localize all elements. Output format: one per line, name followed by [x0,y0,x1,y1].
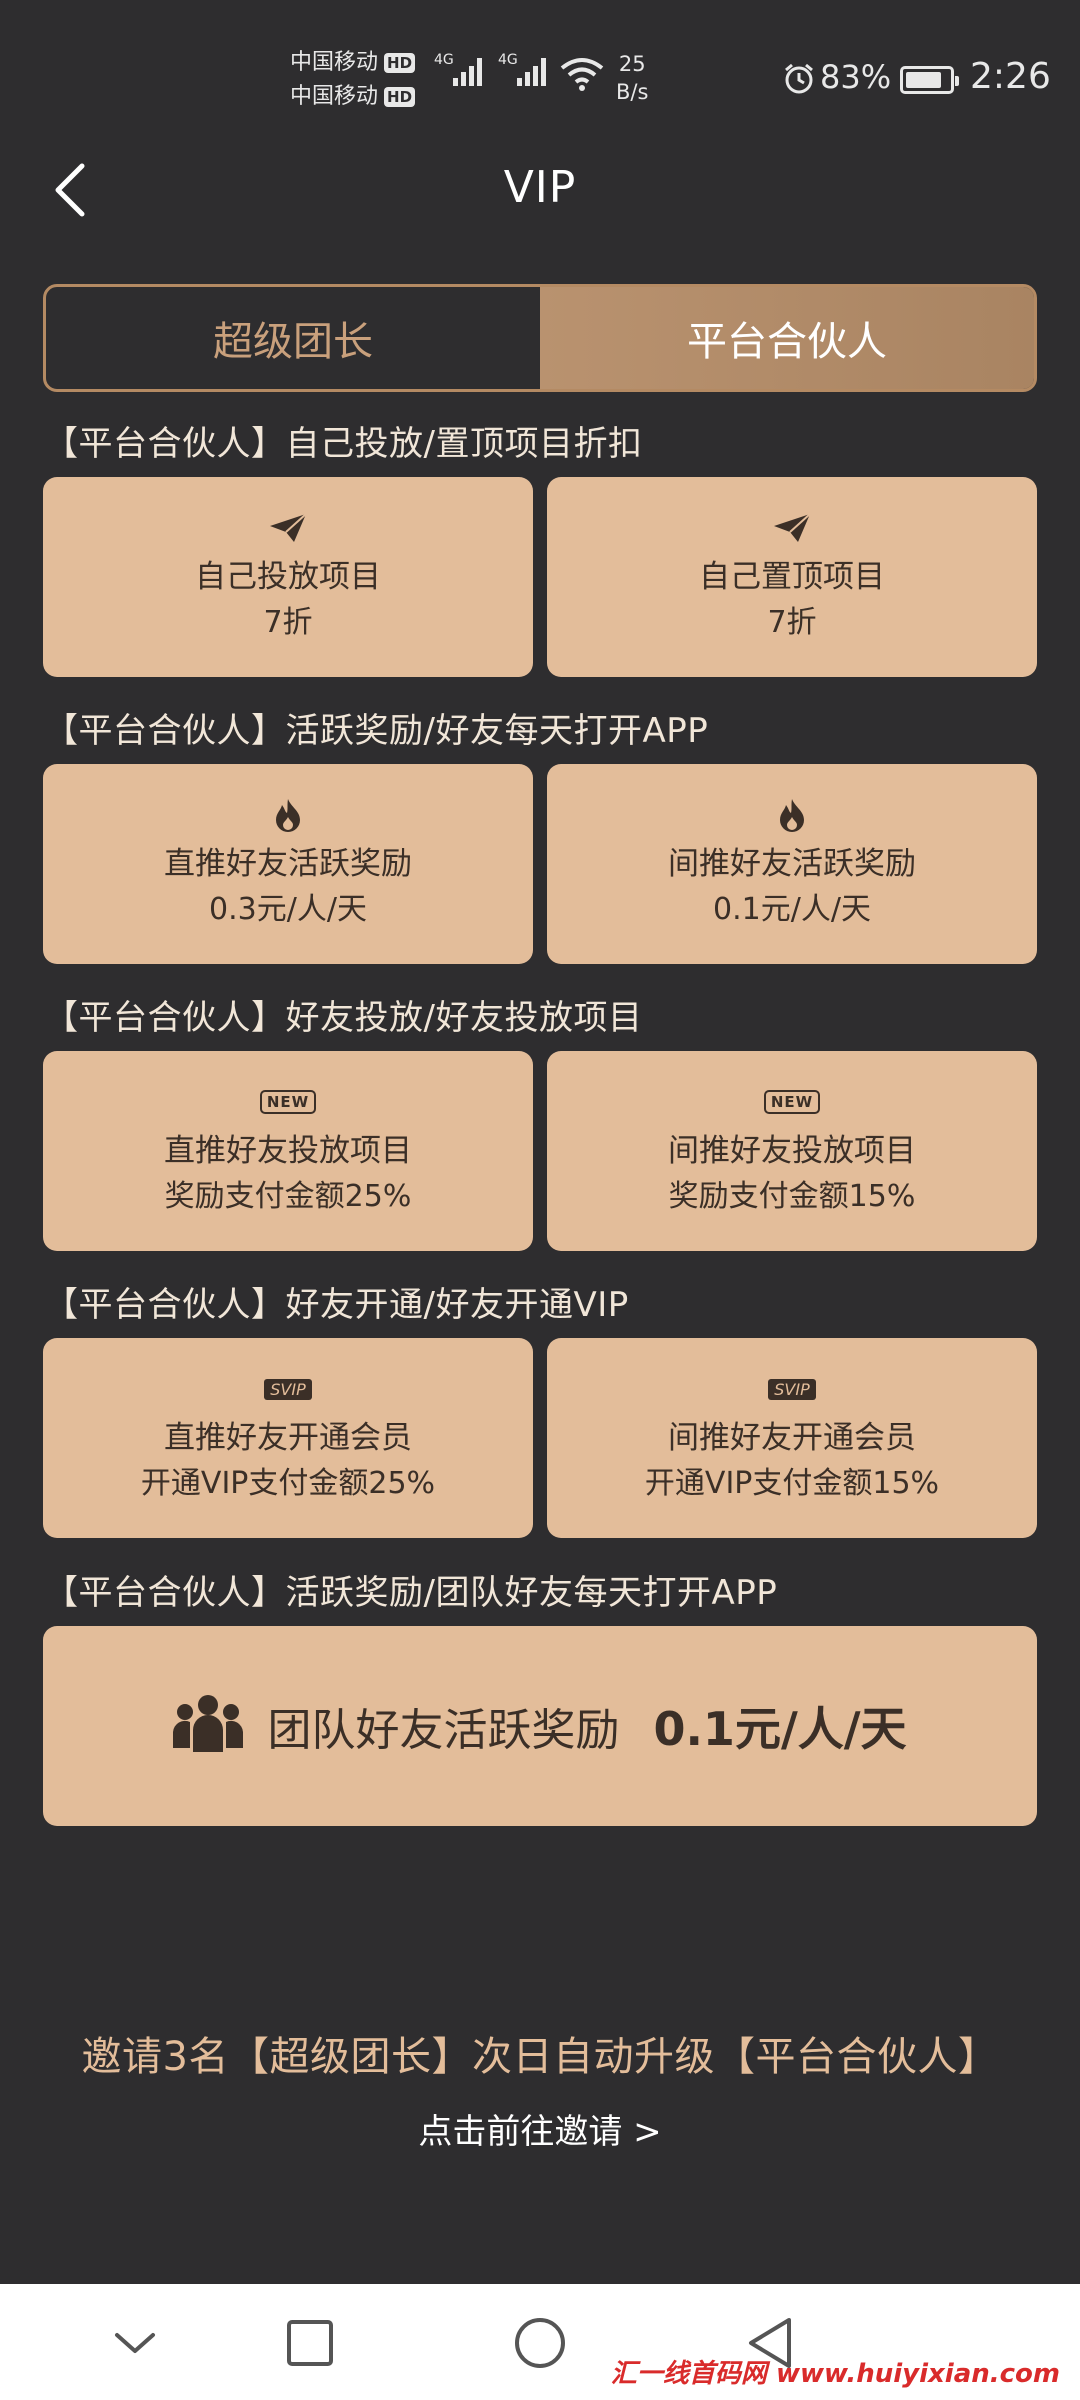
net-type-1: 4G [434,52,454,68]
tab-super-leader[interactable]: 超级团长 [46,287,540,389]
chevron-down-icon [115,2333,155,2353]
speed-value: 25 [618,52,646,76]
svip-badge: SVIP [264,1378,312,1400]
card-label: 直推好友活跃奖励 [164,846,412,882]
new-badge-icon: NEW [763,1082,821,1122]
card-direct-active-reward[interactable]: 直推好友活跃奖励 0.3元/人/天 [43,764,533,964]
invite-link[interactable]: 点击前往邀请 > [0,2104,1080,2153]
card-self-promote[interactable]: 自己投放项目 7折 [43,477,533,677]
card-row-friend-promote: NEW 直推好友投放项目 奖励支付金额25% NEW 间推好友投放项目 奖励支付… [43,1051,1037,1251]
section-title-team-active: 【平台合伙人】活跃奖励/团队好友每天打开APP [44,1573,778,1613]
card-label: 间推好友活跃奖励 [668,846,916,882]
signal-icon: 4G [434,52,482,86]
watermark-logo: 汇一线首码网 www.huiyixian.com [610,2359,1060,2389]
battery-icon [900,66,959,94]
card-label: 自己置顶项目 [699,559,885,595]
network-speed: 25 B/s [616,50,648,106]
status-bar: 中国移动 HD 中国移动 HD 4G 4G 25 B/s 83% 2:26 [0,0,1080,150]
nav-home-button[interactable] [505,2308,575,2378]
new-badge: NEW [763,1090,821,1114]
nav-collapse-button[interactable] [100,2308,170,2378]
alarm-icon [782,62,816,100]
flame-icon [273,795,303,835]
team-reward-value: 0.1元/人/天 [653,1702,907,1756]
card-indirect-friend-promote[interactable]: NEW 间推好友投放项目 奖励支付金额15% [547,1051,1037,1251]
circle-icon [515,2318,565,2368]
svip-badge: SVIP [768,1378,816,1400]
card-indirect-active-reward[interactable]: 间推好友活跃奖励 0.1元/人/天 [547,764,1037,964]
card-value: 奖励支付金额15% [668,1179,916,1214]
card-row-active-reward: 直推好友活跃奖励 0.3元/人/天 间推好友活跃奖励 0.1元/人/天 [43,764,1037,964]
carrier-name-2: 中国移动 [290,84,379,109]
card-value: 奖励支付金额25% [164,1179,412,1214]
card-value: 0.1元/人/天 [713,892,871,927]
card-indirect-friend-vip[interactable]: SVIP 间推好友开通会员 开通VIP支付金额15% [547,1338,1037,1538]
card-value: 7折 [767,605,817,640]
team-icon [173,1692,244,1760]
card-row-friend-vip: SVIP 直推好友开通会员 开通VIP支付金额25% SVIP 间推好友开通会员… [43,1338,1037,1538]
card-value: 开通VIP支付金额25% [140,1466,436,1501]
card-value: 开通VIP支付金额15% [644,1466,940,1501]
card-value: 7折 [263,605,313,640]
section-title-active-reward: 【平台合伙人】活跃奖励/好友每天打开APP [44,711,709,751]
wifi-icon [560,56,604,96]
battery-percent: 83% [820,58,892,96]
nav-recents-button[interactable] [275,2308,345,2378]
svip-badge-icon: SVIP [768,1369,816,1409]
battery-fill [906,72,941,88]
card-value: 0.3元/人/天 [209,892,367,927]
card-team-active-reward[interactable]: 团队好友活跃奖励 0.1元/人/天 [43,1626,1037,1826]
tab-platform-partner[interactable]: 平台合伙人 [540,287,1034,389]
new-badge: NEW [259,1090,317,1114]
header: VIP [0,150,1080,230]
paper-plane-icon [772,508,812,548]
section-title-friend-vip: 【平台合伙人】好友开通/好友开通VIP [44,1285,629,1325]
card-self-pin[interactable]: 自己置顶项目 7折 [547,477,1037,677]
speed-unit: B/s [616,80,649,104]
square-icon [287,2320,333,2366]
new-badge-icon: NEW [259,1082,317,1122]
card-direct-friend-promote[interactable]: NEW 直推好友投放项目 奖励支付金额25% [43,1051,533,1251]
card-direct-friend-vip[interactable]: SVIP 直推好友开通会员 开通VIP支付金额25% [43,1338,533,1538]
flame-icon [777,795,807,835]
clock: 2:26 [970,56,1051,97]
card-label: 间推好友投放项目 [668,1133,916,1169]
carrier-info: 中国移动 HD 中国移动 HD [290,46,416,114]
carrier-name-1: 中国移动 [290,50,379,75]
paper-plane-icon [268,508,308,548]
invite-upgrade-text: 邀请3名【超级团长】次日自动升级【平台合伙人】 [81,2034,999,2080]
section-title-self-discount: 【平台合伙人】自己投放/置顶项目折扣 [44,424,643,464]
card-row-self-discount: 自己投放项目 7折 自己置顶项目 7折 [43,477,1037,677]
card-label: 间推好友开通会员 [668,1420,916,1456]
card-label: 自己投放项目 [195,559,381,595]
team-reward-label: 团队好友活跃奖励 [267,1705,620,1756]
tab-bar: 超级团长 平台合伙人 [43,284,1037,392]
section-title-friend-promote: 【平台合伙人】好友投放/好友投放项目 [44,998,643,1038]
hd-badge-2: HD [384,87,416,107]
card-label: 直推好友投放项目 [164,1133,412,1169]
page-title: VIP [503,162,577,213]
system-nav-bar: 汇一线首码网 www.huiyixian.com [0,2284,1080,2400]
card-label: 直推好友开通会员 [164,1420,412,1456]
net-type-2: 4G [498,52,518,68]
hd-badge-1: HD [384,53,416,73]
svip-badge-icon: SVIP [264,1369,312,1409]
signal-icon: 4G [498,52,546,86]
